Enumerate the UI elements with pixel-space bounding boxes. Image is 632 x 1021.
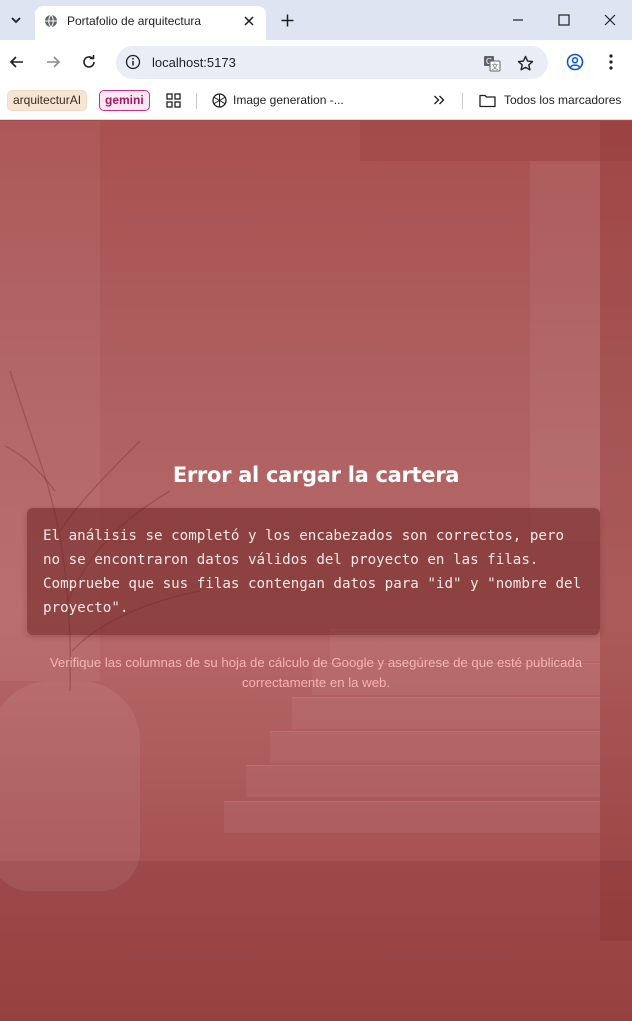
- hint-text: Verifique las columnas de su hoja de cál…: [49, 655, 583, 690]
- translate-icon: G文: [484, 56, 501, 72]
- close-icon: [244, 16, 254, 26]
- background-step: [270, 731, 600, 763]
- background-step: [224, 801, 600, 833]
- bookmark-gemini[interactable]: gemini: [99, 90, 150, 111]
- maximize-icon: [558, 14, 570, 26]
- minimize-button[interactable]: [502, 6, 534, 34]
- error-message: El análisis se completó y los encabezado…: [43, 528, 582, 616]
- star-icon: [517, 55, 533, 70]
- background-wall-edge: [600, 121, 632, 941]
- apps-button[interactable]: [164, 91, 182, 109]
- bookmarks-divider: [196, 93, 197, 109]
- all-bookmarks-link[interactable]: Todos los marcadores: [504, 93, 621, 107]
- globe-icon: [45, 14, 57, 28]
- page-content: Error al cargar la cartera El análisis s…: [0, 121, 632, 1021]
- background-ceiling: [360, 121, 632, 161]
- tab-active[interactable]: Portafolio de arquitectura: [35, 6, 266, 40]
- minimize-icon: [513, 19, 523, 21]
- profile-icon: [566, 53, 584, 71]
- error-message-box: El análisis se completó y los encabezado…: [27, 508, 600, 635]
- profile-button[interactable]: [563, 50, 587, 74]
- folder-icon: [478, 91, 496, 109]
- tab-search-button[interactable]: [4, 8, 28, 32]
- background-step: [246, 765, 600, 797]
- browser-menu-button[interactable]: [599, 50, 623, 74]
- address-bar[interactable]: localhost:5173 G文: [116, 46, 548, 79]
- site-info-button[interactable]: [122, 51, 144, 73]
- apps-grid-icon: [165, 92, 181, 108]
- chevron-down-icon: [11, 17, 21, 24]
- arrow-right-icon: [47, 56, 61, 68]
- kebab-icon: [609, 54, 613, 70]
- background-vase: [0, 681, 140, 891]
- back-button[interactable]: [5, 50, 29, 74]
- double-chevron-icon: [434, 95, 445, 105]
- bookmark-star-button[interactable]: [514, 52, 536, 74]
- svg-text:文: 文: [492, 62, 499, 71]
- info-icon: [125, 54, 141, 70]
- bookmarks-divider: [462, 93, 463, 109]
- error-title: Error al cargar la cartera: [172, 463, 460, 487]
- reload-icon: [83, 55, 95, 68]
- bookmarks-overflow-button[interactable]: [430, 91, 448, 109]
- window-close-button[interactable]: [594, 6, 626, 34]
- bookmark-arquitecturai[interactable]: arquitecturAI: [7, 90, 88, 111]
- tab-close-button[interactable]: [240, 12, 258, 30]
- tab-title: Portafolio de arquitectura: [67, 14, 202, 28]
- translate-button[interactable]: G文: [481, 52, 503, 74]
- reload-button[interactable]: [77, 50, 101, 74]
- bookmarks-bar: arquitecturAI gemini Image generation -.…: [0, 85, 632, 120]
- arrow-left-icon: [9, 56, 23, 68]
- url-text[interactable]: localhost:5173: [152, 55, 236, 70]
- openai-icon: [210, 91, 228, 109]
- background-step: [292, 697, 600, 729]
- bookmark-image-generation[interactable]: Image generation -...: [233, 93, 344, 107]
- tab-strip: Portafolio de arquitectura: [0, 0, 632, 40]
- maximize-button[interactable]: [548, 6, 580, 34]
- browser-toolbar: localhost:5173 G文: [0, 40, 632, 85]
- plus-icon: [281, 14, 293, 26]
- close-icon: [604, 14, 616, 26]
- new-tab-button[interactable]: [276, 9, 298, 31]
- forward-button[interactable]: [41, 50, 65, 74]
